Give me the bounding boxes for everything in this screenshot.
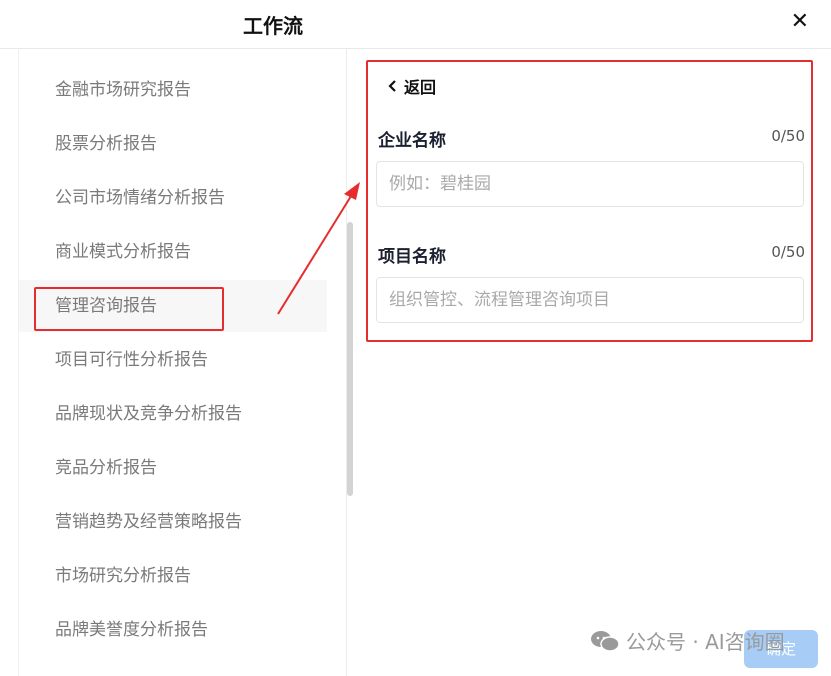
company-name-count: 0/50 bbox=[771, 127, 805, 145]
sidebar-item-competitor[interactable]: 竞品分析报告 bbox=[19, 442, 327, 494]
watermark-text: 公众号 · AI咨询圈 bbox=[626, 630, 785, 654]
back-label: 返回 bbox=[404, 78, 437, 97]
company-name-label: 企业名称 bbox=[378, 131, 446, 151]
wechat-icon bbox=[591, 630, 620, 652]
close-icon[interactable]: ✕ bbox=[791, 8, 809, 36]
form-panel: 返回 企业名称 0/50 项目名称 0/50 bbox=[366, 60, 809, 340]
annotation-arrow-icon bbox=[277, 182, 360, 315]
sidebar-item-stock-analysis[interactable]: 股票分析报告 bbox=[19, 118, 327, 170]
sidebar-item-marketing-trends[interactable]: 营销趋势及经营策略报告 bbox=[19, 496, 327, 548]
project-name-label: 项目名称 bbox=[378, 247, 446, 267]
sidebar-item-financial-market[interactable]: 金融市场研究报告 bbox=[19, 64, 327, 116]
sidebar-item-brand-competition[interactable]: 品牌现状及竞争分析报告 bbox=[19, 388, 327, 440]
project-name-input[interactable] bbox=[376, 277, 804, 323]
back-button[interactable]: 返回 bbox=[386, 74, 436, 98]
sidebar-item-feasibility[interactable]: 项目可行性分析报告 bbox=[19, 334, 327, 386]
watermark: 公众号 · AI咨询圈 bbox=[590, 626, 785, 655]
dialog-title: 工作流 bbox=[243, 14, 303, 38]
sidebar-item-brand-reputation[interactable]: 品牌美誉度分析报告 bbox=[19, 604, 327, 656]
company-name-input[interactable] bbox=[376, 161, 804, 207]
chevron-left-icon bbox=[388, 80, 396, 92]
project-name-count: 0/50 bbox=[771, 243, 805, 261]
workflow-sidebar: 金融市场研究报告 股票分析报告 公司市场情绪分析报告 商业模式分析报告 管理咨询… bbox=[18, 48, 347, 676]
sidebar-item-market-research[interactable]: 市场研究分析报告 bbox=[19, 550, 327, 602]
dialog-header: 工作流 ✕ bbox=[0, 0, 831, 49]
